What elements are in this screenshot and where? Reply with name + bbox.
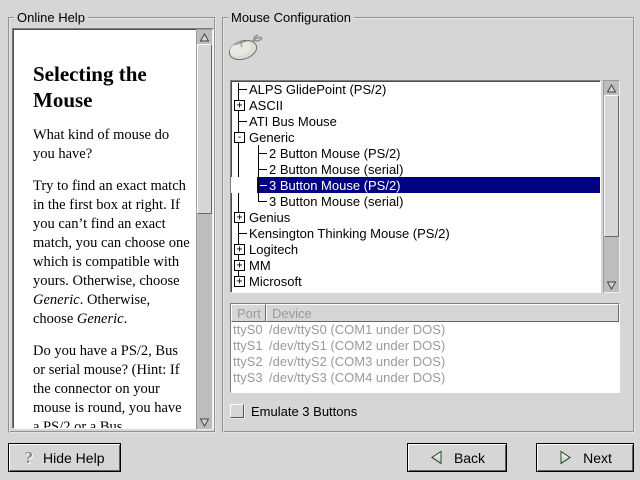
expand-plus-icon[interactable] [234,212,245,223]
next-button[interactable]: Next [536,443,634,472]
tree-item[interactable]: MM [231,257,600,273]
tree-item[interactable]: Genius [231,209,600,225]
tree-scrollbar-trough[interactable] [604,237,619,278]
generic-term: Generic [33,292,80,308]
emulate-3-buttons-label: Emulate 3 Buttons [251,404,357,419]
tree-item-selected[interactable]: 3 Button Mouse (PS/2) [231,177,600,193]
scroll-down-icon[interactable] [604,278,619,292]
collapse-minus-icon[interactable] [234,132,245,143]
expand-plus-icon[interactable] [234,276,245,287]
tree-item[interactable]: ASCII [231,97,600,113]
column-header-port[interactable]: Port [231,304,266,322]
help-title: Selecting the Mouse [33,61,190,113]
help-paragraph-2: Try to find an exact match in the first … [33,177,190,329]
column-header-device[interactable]: Device [266,304,619,322]
tree-scrollbar-thumb[interactable] [604,95,619,237]
table-row[interactable]: ttyS2/dev/ttyS2 (COM3 under DOS) [231,354,619,370]
tree-scrollbar[interactable] [603,80,620,293]
tree-item[interactable]: Logitech [231,241,600,257]
next-button-label: Next [583,450,612,466]
table-row[interactable]: ttyS3/dev/ttyS3 (COM4 under DOS) [231,370,619,386]
port-device-table: Port Device ttyS0/dev/ttyS0 (COM1 under … [230,303,620,393]
tree-item[interactable]: Microsoft [231,273,600,289]
mouse-config-frame-title: Mouse Configuration [228,10,354,25]
table-row[interactable]: ttyS0/dev/ttyS0 (COM1 under DOS) [231,322,619,338]
generic-term: Generic [77,311,124,327]
back-arrow-icon [429,450,444,465]
help-text: Selecting the Mouse What kind of mouse d… [13,29,196,428]
hide-help-button[interactable]: ? Hide Help [8,443,121,472]
online-help-frame-title: Online Help [14,10,88,25]
mouse-icon [227,29,267,63]
tree-item[interactable]: Kensington Thinking Mouse (PS/2) [231,225,600,241]
tree-item[interactable]: 3 Button Mouse (serial) [231,193,600,209]
tree-item[interactable]: ATI Bus Mouse [231,113,600,129]
help-question-icon: ? [25,448,34,468]
table-row[interactable]: ttyS1/dev/ttyS1 (COM2 under DOS) [231,338,619,354]
scroll-up-icon[interactable] [604,81,619,95]
tree-item[interactable]: 2 Button Mouse (serial) [231,161,600,177]
emulate-3-buttons-row: Emulate 3 Buttons [230,403,357,419]
back-button-label: Back [454,450,485,466]
back-button[interactable]: Back [407,443,507,472]
help-paragraph-3: Do you have a PS/2, Bus or serial mouse?… [33,342,190,428]
tree-item[interactable]: Generic [231,129,600,145]
help-viewer: Selecting the Mouse What kind of mouse d… [12,28,214,429]
table-header-row: Port Device [231,304,619,322]
tree-item[interactable]: ALPS GlidePoint (PS/2) [231,81,600,97]
expand-plus-icon[interactable] [234,260,245,271]
help-scrollbar-thumb[interactable] [197,44,212,214]
help-scrollbar-trough[interactable] [197,214,212,415]
installer-window: Online Help Selecting the Mouse What kin… [0,0,640,480]
expand-plus-icon[interactable] [234,244,245,255]
scroll-up-icon[interactable] [197,30,212,44]
table-body: ttyS0/dev/ttyS0 (COM1 under DOS) ttyS1/d… [231,322,619,392]
emulate-3-buttons-checkbox[interactable] [230,404,244,418]
mouse-tree: ALPS GlidePoint (PS/2) ASCII ATI Bus Mou… [230,80,601,293]
help-scrollbar[interactable] [196,29,213,430]
scroll-down-icon[interactable] [197,415,212,429]
help-paragraph-1: What kind of mouse do you have? [33,126,190,164]
expand-plus-icon[interactable] [234,100,245,111]
hide-help-button-label: Hide Help [43,450,104,466]
tree-item[interactable]: 2 Button Mouse (PS/2) [231,145,600,161]
next-arrow-icon [558,450,573,465]
